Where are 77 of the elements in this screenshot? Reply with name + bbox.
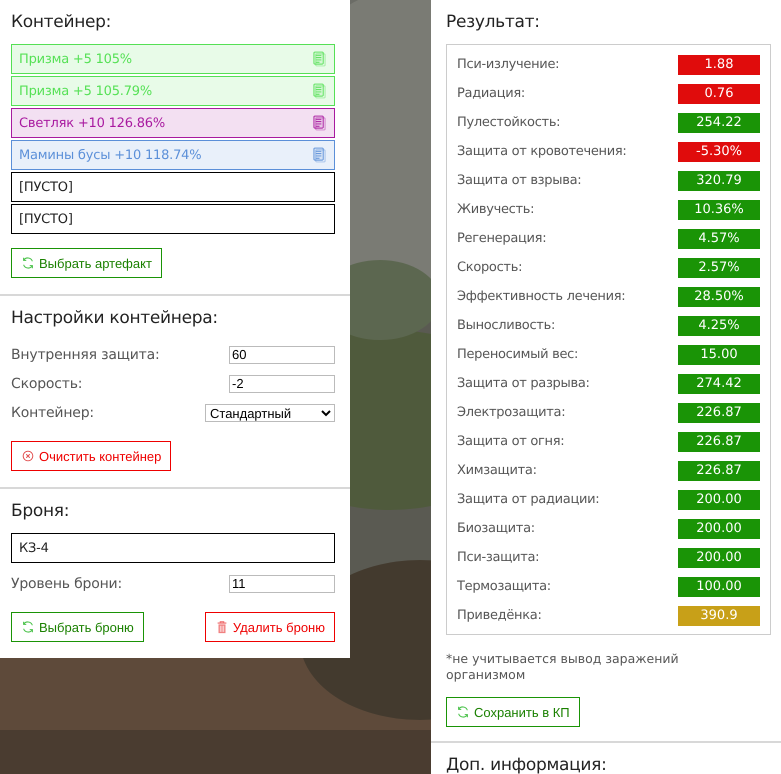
stat-value: 274.42: [678, 374, 760, 394]
stat-value: 390.9: [678, 606, 760, 626]
stat-label: Защита от огня:: [457, 434, 564, 449]
save-button[interactable]: Сохранить в КП: [446, 697, 580, 727]
stat-label: Защита от кровотечения:: [457, 144, 626, 159]
trash-icon: [214, 620, 229, 634]
field-label: Внутренняя защита:: [11, 346, 160, 362]
container-select[interactable]: Стандартный: [205, 404, 335, 422]
document-icon: [313, 51, 326, 67]
stat-value: 15.00: [678, 344, 760, 364]
stat-label: Скорость:: [457, 260, 522, 275]
empty-slot[interactable]: [ПУСТО]: [11, 172, 335, 202]
stat-value: 4.57%: [678, 228, 760, 248]
stat-label: Защита от разрыва:: [457, 376, 590, 391]
select-artifact-button[interactable]: Выбрать артефакт: [11, 248, 162, 278]
stat-value: 28.50%: [678, 286, 760, 306]
input-field[interactable]: 60: [229, 346, 335, 364]
stat-label: Защита от радиации:: [457, 492, 600, 507]
artifact-slot[interactable]: Светляк +10 126.86%: [11, 108, 335, 138]
stat-value: 200.00: [678, 490, 760, 510]
stat-value: 320.79: [678, 170, 760, 190]
stat-label: Переносимый вес:: [457, 347, 578, 362]
section-title: Результат:: [446, 12, 541, 32]
close-icon: [21, 449, 35, 463]
section-title: Настройки контейнера:: [11, 308, 219, 328]
stat-label: Радиация:: [457, 86, 526, 101]
stat-label: Приведёнка:: [457, 608, 542, 623]
artifact-name: Светляк +10 126.86%: [19, 116, 166, 130]
stat-value: 100.00: [678, 576, 760, 596]
stat-label: Электрозащита:: [457, 405, 566, 420]
stat-label: Химзащита:: [457, 463, 537, 478]
stat-label: Пси-излучение:: [457, 57, 560, 72]
stat-value: 200.00: [678, 518, 760, 538]
section-title: Доп. информация:: [446, 755, 608, 774]
delete-armor-button[interactable]: Удалить броню: [204, 612, 335, 642]
stat-value: 10.36%: [678, 200, 760, 220]
stat-label: Эффективность лечения:: [457, 289, 626, 304]
stat-label: Термозащита:: [457, 579, 551, 594]
input-field[interactable]: 11: [229, 574, 335, 592]
select-armor-button[interactable]: Выбрать броню: [11, 612, 144, 642]
armor-slot[interactable]: КЗ-4: [11, 533, 335, 563]
field-label: Скорость:: [11, 376, 82, 392]
document-icon: [313, 147, 326, 163]
stat-label: Регенерация:: [457, 231, 546, 246]
stat-value: -5.30%: [678, 142, 760, 162]
document-icon: [313, 115, 326, 131]
stat-value: 226.87: [678, 432, 760, 452]
stat-label: Выносливость:: [457, 318, 556, 333]
input-field[interactable]: -2: [229, 374, 335, 392]
section-title: Контейнер:: [11, 12, 112, 32]
artifact-name: Призма +5 105.79%: [19, 84, 152, 98]
stat-value: 1.88: [678, 54, 760, 74]
stat-value: 254.22: [678, 112, 760, 132]
clear-container-button[interactable]: Очистить контейнер: [11, 441, 172, 471]
stat-label: Пулестойкость:: [457, 115, 560, 130]
artifact-slot[interactable]: Мамины бусы +10 118.74%: [11, 140, 335, 170]
artifact-name: Призма +5 105%: [19, 52, 132, 66]
field-label: Уровень брони:: [11, 576, 122, 592]
artifact-name: Мамины бусы +10 118.74%: [19, 148, 202, 162]
document-icon: [313, 83, 326, 99]
stat-value: 0.76: [678, 84, 760, 104]
stat-label: Пси-защита:: [457, 550, 540, 565]
footnote: *не учитывается вывод заражений организмом: [446, 651, 680, 683]
stat-label: Защита от взрыва:: [457, 173, 582, 188]
empty-slot[interactable]: [ПУСТО]: [11, 204, 335, 234]
stat-value: 4.25%: [678, 316, 760, 336]
refresh-icon: [21, 620, 35, 634]
refresh-icon: [21, 256, 35, 270]
stat-label: Биозащита:: [457, 521, 535, 536]
stat-value: 200.00: [678, 548, 760, 568]
stat-value: 2.57%: [678, 258, 760, 278]
field-label: Контейнер:: [11, 404, 94, 420]
stat-value: 226.87: [678, 460, 760, 480]
refresh-icon: [456, 705, 470, 719]
stat-label: Живучесть:: [457, 202, 534, 217]
section-title: Броня:: [11, 501, 70, 521]
stat-value: 226.87: [678, 402, 760, 422]
